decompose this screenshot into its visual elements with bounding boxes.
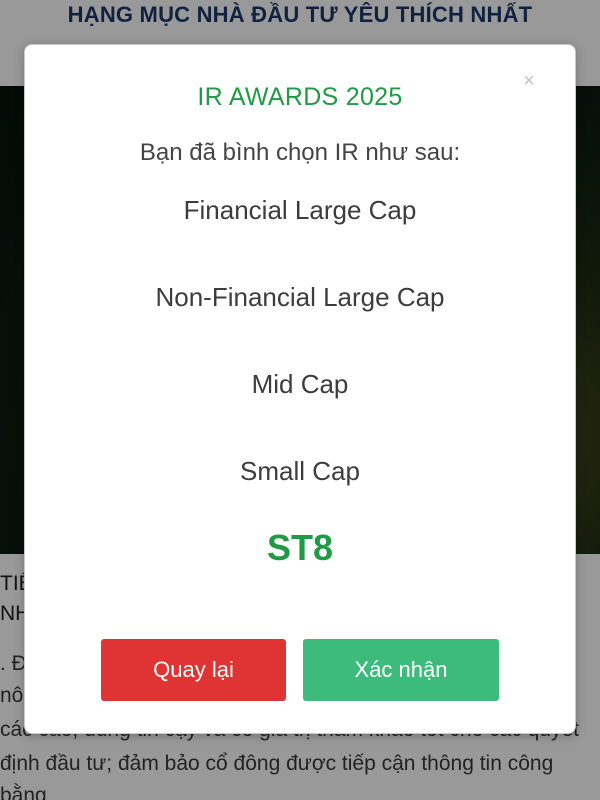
dialog-title: IR AWARDS 2025 <box>197 83 403 111</box>
category-small-cap: Small Cap <box>240 456 360 486</box>
selected-company: ST8 <box>266 527 334 568</box>
category-non-financial-large-cap: Non-Financial Large Cap <box>155 282 445 312</box>
dialog-subtitle: Bạn đã bình chọn IR như sau: <box>139 139 461 166</box>
confirm-button[interactable]: Xác nhận <box>303 639 499 701</box>
back-button[interactable]: Quay lại <box>101 639 286 701</box>
page: HẠNG MỤC NHÀ ĐẦU TƯ YÊU THÍCH NHẤT TIÊ N… <box>0 0 600 800</box>
category-mid-cap: Mid Cap <box>251 369 349 399</box>
category-financial-large-cap: Financial Large Cap <box>183 195 417 225</box>
vote-confirmation-dialog: × IR AWARDS 2025 Bạn đã bình chọn IR như… <box>24 44 576 734</box>
